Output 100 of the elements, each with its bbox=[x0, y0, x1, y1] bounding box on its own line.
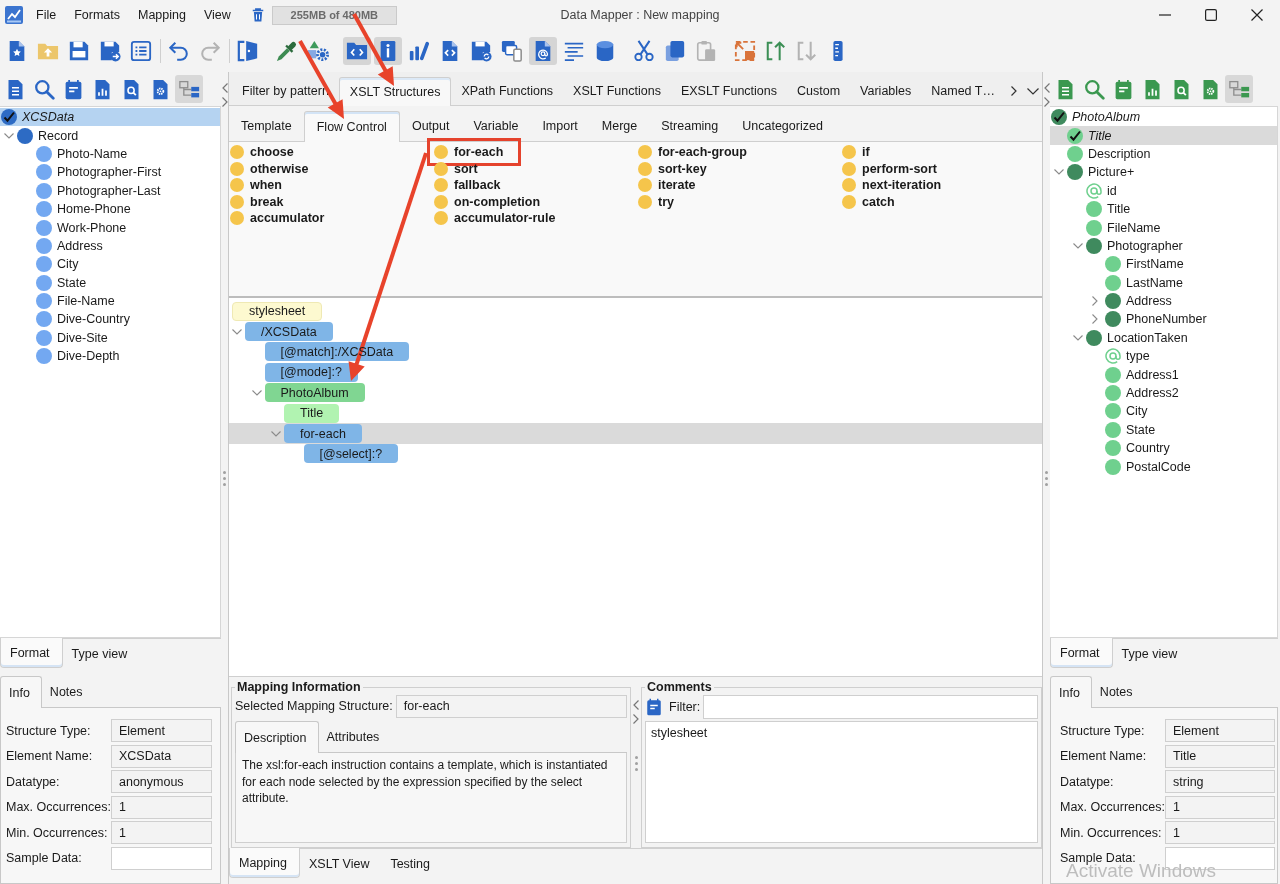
input-field[interactable]: anonymous bbox=[111, 770, 212, 793]
tab[interactable]: Info bbox=[1050, 676, 1092, 708]
tab[interactable]: Format bbox=[0, 638, 63, 668]
palette-item[interactable]: when bbox=[230, 177, 282, 194]
mapping-node[interactable]: /XCSData bbox=[245, 322, 333, 342]
tree-row[interactable]: [@select]:? bbox=[229, 443, 1042, 465]
trash-icon[interactable] bbox=[251, 8, 264, 22]
tree-item[interactable]: Picture+ bbox=[1050, 163, 1277, 182]
tree-item[interactable]: PhotoAlbum bbox=[1050, 108, 1277, 127]
notepad-icon[interactable] bbox=[645, 698, 663, 716]
toolbar-button[interactable] bbox=[374, 37, 402, 65]
palette-item[interactable]: for-each-group bbox=[638, 144, 747, 161]
palette-item[interactable]: break bbox=[230, 193, 284, 210]
menu-item[interactable]: View bbox=[194, 8, 240, 22]
input-field[interactable]: Element bbox=[1165, 719, 1275, 742]
tree-item[interactable]: Address bbox=[1050, 291, 1277, 311]
chevron-down-icon[interactable] bbox=[1026, 87, 1039, 95]
tab[interactable]: Named T… bbox=[921, 77, 1005, 105]
palette-item[interactable]: accumulator bbox=[230, 210, 325, 227]
tab[interactable]: EXSLT Functions bbox=[670, 77, 787, 105]
chevron-left-icon[interactable] bbox=[633, 700, 639, 710]
tab[interactable]: Info bbox=[0, 676, 42, 708]
tree-item[interactable]: City bbox=[0, 255, 220, 274]
filter-field[interactable] bbox=[703, 695, 1038, 719]
maximize-icon[interactable] bbox=[1205, 9, 1217, 21]
tree-item[interactable]: Dive-Site bbox=[0, 328, 220, 348]
tab[interactable]: Output bbox=[399, 111, 462, 141]
tree-item[interactable]: FirstName bbox=[1050, 255, 1277, 274]
tree-item[interactable]: Address2 bbox=[1050, 383, 1277, 403]
tab[interactable]: XSLT View bbox=[299, 849, 382, 878]
tree-item[interactable]: Photographer bbox=[1050, 236, 1277, 256]
tree-item[interactable]: Dive-Depth bbox=[0, 347, 220, 366]
tree-item[interactable]: Home-Phone bbox=[0, 199, 220, 219]
palette-item[interactable]: try bbox=[638, 193, 674, 210]
chevron-right-icon[interactable] bbox=[1011, 86, 1018, 96]
grip-icon[interactable] bbox=[1045, 471, 1048, 486]
tree-item[interactable]: State bbox=[0, 273, 220, 292]
tree-row[interactable]: for-each bbox=[229, 423, 1042, 444]
palette-item[interactable]: fallback bbox=[434, 177, 501, 194]
tab[interactable]: Flow Control bbox=[303, 111, 400, 142]
input-field[interactable]: 1 bbox=[111, 795, 212, 819]
input-field[interactable] bbox=[111, 846, 212, 870]
tree-item[interactable]: LastName bbox=[1050, 273, 1277, 292]
tree-item[interactable]: Country bbox=[1050, 439, 1277, 458]
input-field[interactable]: 1 bbox=[111, 821, 212, 844]
input-field[interactable]: 1 bbox=[1165, 821, 1275, 844]
tree-item[interactable]: City bbox=[1050, 402, 1277, 421]
menu-item[interactable]: Mapping bbox=[129, 8, 195, 22]
toolbar-button[interactable] bbox=[343, 37, 371, 65]
tree-item[interactable]: PostalCode bbox=[1050, 457, 1277, 476]
tree-item[interactable]: id bbox=[1050, 181, 1277, 200]
list-item[interactable]: stylesheet bbox=[651, 726, 1032, 740]
palette-item[interactable]: choose bbox=[230, 144, 294, 161]
palette-item[interactable]: on-completion bbox=[434, 193, 541, 210]
palette-item[interactable]: for-each bbox=[434, 144, 504, 161]
tab[interactable]: Import bbox=[530, 111, 590, 141]
palette-item[interactable]: catch bbox=[842, 193, 895, 210]
tree-item[interactable]: Photographer-First bbox=[0, 163, 220, 182]
tree-item[interactable]: PhoneNumber bbox=[1050, 310, 1277, 329]
tab[interactable]: Custom bbox=[787, 77, 851, 105]
panel-tool-button[interactable] bbox=[175, 75, 203, 103]
mapping-node[interactable]: stylesheet bbox=[232, 301, 323, 321]
grip-icon[interactable] bbox=[634, 756, 638, 771]
tree-item[interactable]: Record bbox=[0, 126, 220, 145]
tab[interactable]: Notes bbox=[1091, 676, 1144, 707]
tree-item[interactable]: XCSData bbox=[0, 108, 220, 127]
input-field[interactable]: Title bbox=[1165, 744, 1275, 768]
mapping-node[interactable]: for-each bbox=[284, 424, 362, 444]
menu-item[interactable]: Formats bbox=[65, 8, 129, 22]
palette-item[interactable]: sort-key bbox=[638, 160, 707, 177]
palette-item[interactable]: perform-sort bbox=[842, 160, 937, 177]
tab[interactable]: XPath Functions bbox=[451, 77, 564, 105]
tree-row[interactable]: /XCSData bbox=[229, 321, 1042, 342]
palette-item[interactable]: sort bbox=[434, 160, 478, 177]
tab[interactable]: XSLT Structures bbox=[338, 77, 452, 106]
toolbar-button[interactable] bbox=[529, 37, 557, 65]
palette-item[interactable]: next-iteration bbox=[842, 177, 942, 194]
tree-item[interactable]: type bbox=[1050, 347, 1277, 366]
chevron-left-icon[interactable] bbox=[1043, 83, 1050, 93]
chevron-left-icon[interactable] bbox=[221, 83, 228, 93]
tree-item[interactable]: Dive-Country bbox=[0, 310, 220, 329]
tab[interactable]: Variable bbox=[461, 111, 531, 141]
panel-tool-button[interactable] bbox=[1225, 75, 1253, 103]
tree-row[interactable]: PhotoAlbum bbox=[229, 382, 1042, 403]
tree-item[interactable]: Address1 bbox=[1050, 365, 1277, 384]
tree-item[interactable]: Description bbox=[1050, 144, 1277, 164]
tree-row[interactable]: stylesheet bbox=[229, 301, 1042, 322]
mapping-node[interactable]: Title bbox=[284, 403, 340, 423]
tab[interactable]: Testing bbox=[381, 849, 442, 878]
mapping-node[interactable]: [@select]:? bbox=[303, 444, 399, 464]
tab[interactable]: Variables bbox=[850, 77, 922, 105]
tree-item[interactable]: Photographer-Last bbox=[0, 181, 220, 200]
tree-item[interactable]: Title bbox=[1050, 126, 1277, 145]
tab[interactable]: Mapping bbox=[229, 848, 300, 878]
tab[interactable]: Notes bbox=[41, 676, 94, 707]
tree-item[interactable]: Address bbox=[0, 236, 220, 256]
tab[interactable]: Streaming bbox=[649, 111, 731, 141]
input-field[interactable]: Element bbox=[111, 719, 212, 742]
palette-item[interactable]: iterate bbox=[638, 177, 696, 194]
tree-item[interactable]: LocationTaken bbox=[1050, 328, 1277, 348]
